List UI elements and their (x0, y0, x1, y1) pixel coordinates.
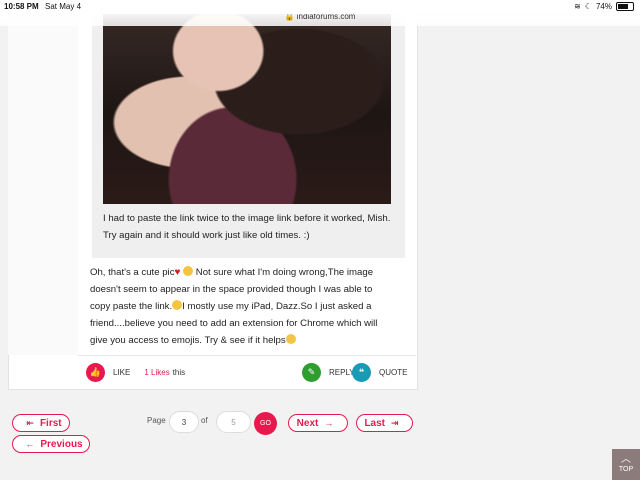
quote-action[interactable]: ❝ QUOTE (352, 363, 407, 382)
heart-emoji-icon: ♥ (174, 267, 181, 278)
post-line: Not sure what I'm doing wrong,The image (193, 267, 374, 278)
page-label: Page (147, 416, 166, 425)
post-line: copy paste the link. (90, 301, 173, 312)
like-label[interactable]: LIKE (113, 368, 130, 377)
last-label: Last (364, 417, 385, 429)
moon-icon: ☾ (584, 2, 592, 11)
of-label: of (201, 416, 208, 425)
likes-count-link[interactable]: 1 Likes (144, 368, 169, 377)
thumbs-up-icon[interactable]: 👍 (86, 363, 105, 382)
post-line: give you access to emojis. Try & see if … (90, 335, 286, 346)
arrow-left-icon: ← (25, 439, 35, 449)
previous-label: Previous (40, 438, 83, 450)
reply-action[interactable]: ✎ REPLY (302, 363, 355, 382)
status-bar: 10:58 PM Sat May 4 ≋ ☾ 74% (0, 0, 640, 14)
status-icons: ≋ ☾ 74% (574, 2, 634, 11)
date: Sat May 4 (45, 2, 82, 11)
post-line: Oh, that's a cute pic (90, 267, 175, 278)
clock: 10:58 PM (4, 2, 39, 11)
first-page-button[interactable]: ⇤ First (12, 414, 70, 432)
post-divider (78, 355, 416, 356)
reply-label[interactable]: REPLY (329, 368, 355, 377)
total-pages-field: 5 (216, 411, 251, 433)
post-line: friend....believe you need to add an ext… (90, 318, 378, 329)
like-action[interactable]: 👍 LIKE 1 Likes this (86, 363, 185, 382)
page-number-input[interactable]: 3 (169, 411, 199, 433)
smile-emoji-icon (183, 266, 194, 276)
quote-icon[interactable]: ❝ (352, 363, 371, 382)
wifi-icon: ≋ (574, 2, 581, 11)
first-label: First (39, 417, 62, 429)
battery-percent: 74% (595, 2, 612, 11)
quote-label[interactable]: QUOTE (379, 368, 407, 377)
previous-page-button[interactable]: ← Previous (12, 435, 90, 453)
author-column (8, 0, 78, 355)
battery-icon (616, 2, 634, 11)
pencil-icon[interactable]: ✎ (302, 363, 321, 382)
post-line: doesn't seem to appear in the space prov… (90, 284, 373, 295)
go-button[interactable]: GO (254, 412, 277, 435)
last-page-button[interactable]: Last ⇥ (356, 414, 413, 432)
top-label: TOP (618, 466, 634, 473)
scroll-top-button[interactable]: ︿ TOP (612, 449, 640, 480)
chevron-up-icon: ︿ (621, 454, 631, 465)
post-image[interactable] (103, 0, 391, 204)
smile-emoji-icon (285, 334, 296, 344)
first-page-icon: ⇤ (26, 417, 34, 428)
arrow-right-icon: → (324, 418, 334, 428)
last-page-icon: ⇥ (391, 417, 399, 428)
likes-suffix: this (172, 368, 186, 377)
post-body: Oh, that's a cute pic♥ Not sure what I'm… (90, 264, 395, 349)
battery-level (618, 4, 629, 9)
next-label: Next (296, 417, 319, 429)
post-line: I mostly use my iPad, Dazz.So I just ask… (182, 301, 372, 312)
quoted-text: I had to paste the link twice to the ima… (103, 213, 391, 241)
next-page-button[interactable]: Next → (288, 414, 348, 432)
sad-emoji-icon (172, 300, 183, 310)
